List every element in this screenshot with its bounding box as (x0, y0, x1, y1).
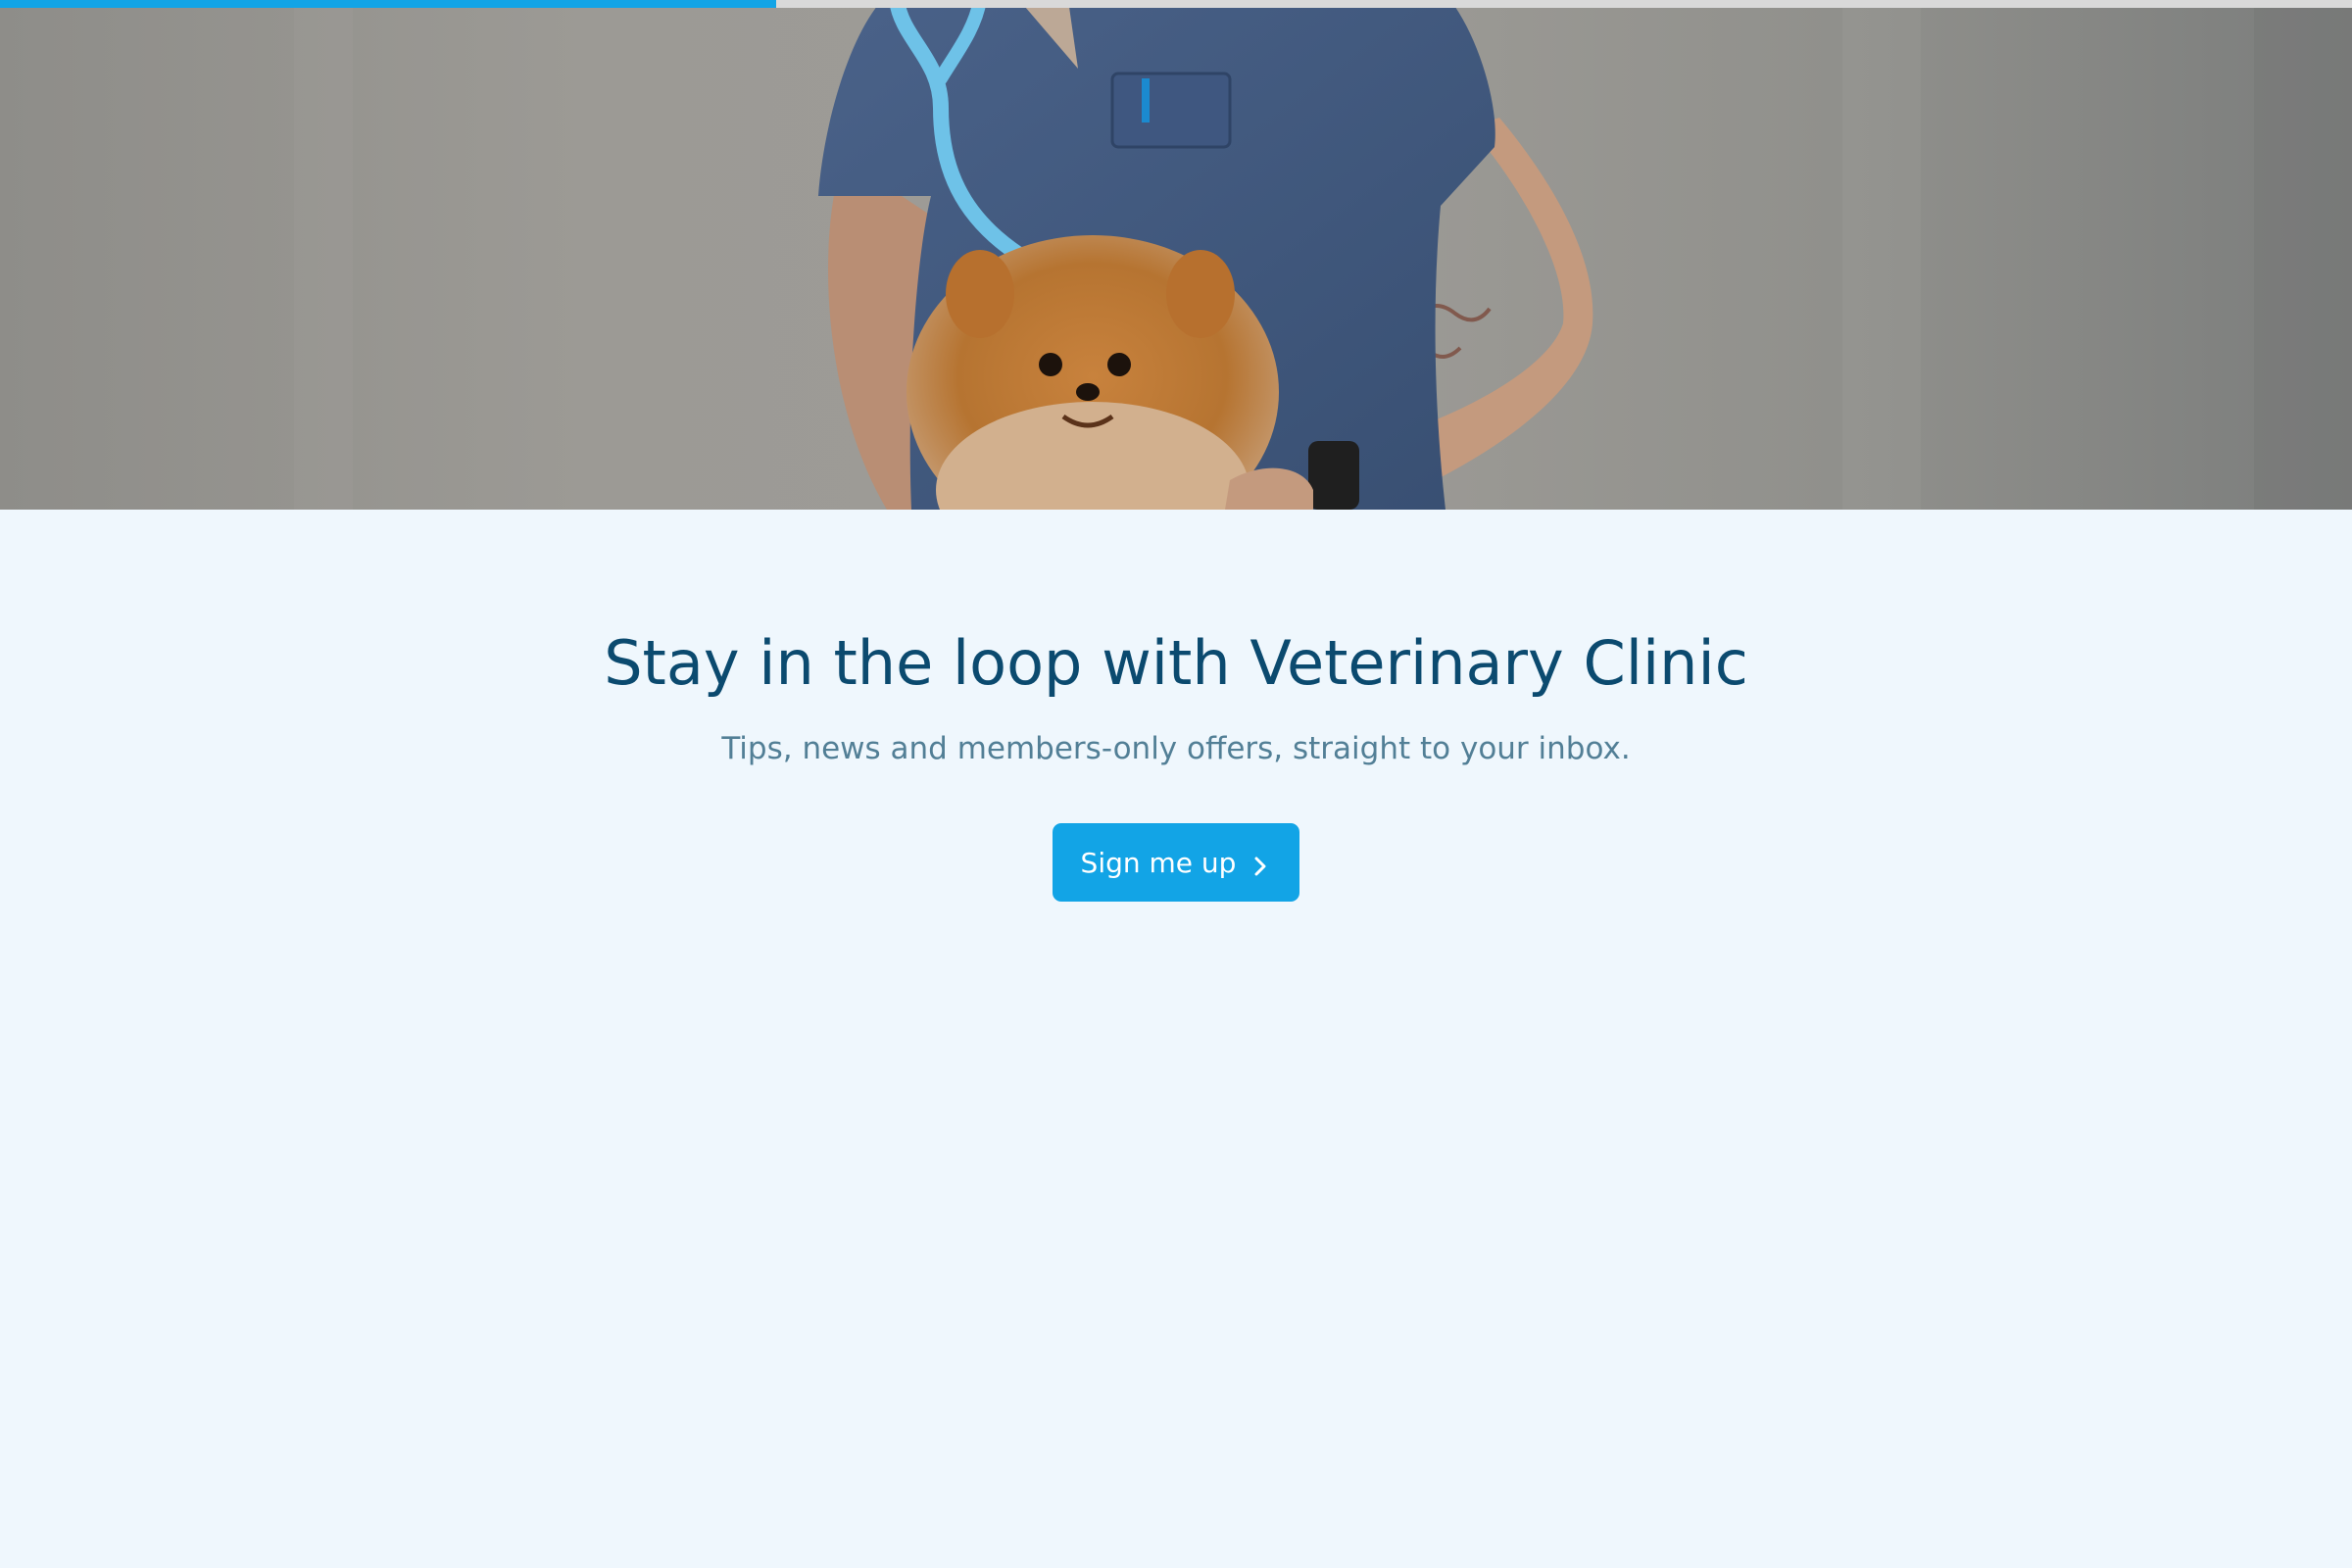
hero-photo-illustration (0, 0, 2352, 510)
newsletter-headline: Stay in the loop with Veterinary Clinic (604, 627, 1748, 699)
sign-me-up-button[interactable]: Sign me up (1053, 823, 1299, 902)
newsletter-subline: Tips, news and members-only offers, stra… (721, 731, 1631, 766)
sign-me-up-label: Sign me up (1080, 846, 1237, 879)
hero-image (0, 0, 2352, 510)
chevron-right-icon (1250, 852, 1271, 876)
scroll-progress-bar (0, 0, 2352, 8)
scroll-progress-fill (0, 0, 776, 8)
newsletter-signup-section: Stay in the loop with Veterinary Clinic … (0, 510, 2352, 1568)
